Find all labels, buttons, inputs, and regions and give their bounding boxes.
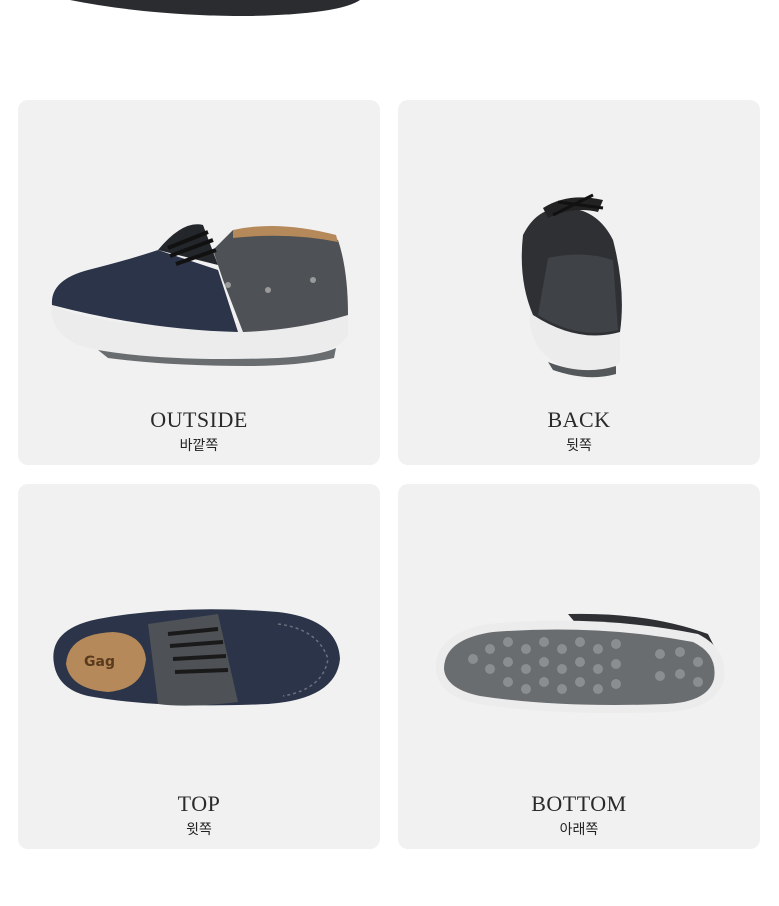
partial-shoe-image: [70, 0, 360, 16]
view-title: OUTSIDE: [150, 407, 248, 432]
view-card-top: Gag TOP 윗쪽: [18, 484, 380, 849]
view-title: BACK: [547, 407, 611, 432]
view-card-back: BACK 뒷쪽: [398, 100, 760, 465]
shoe-outside-image: [51, 224, 348, 366]
view-card-bottom: BOTTOM 아래쪽: [398, 484, 760, 849]
view-card-outside: OUTSIDE 바깥쪽: [18, 100, 380, 465]
shoe-top-image: Gag: [53, 609, 340, 706]
insole-brand-text: Gag: [84, 654, 115, 670]
view-subtitle: 윗쪽: [186, 822, 212, 838]
shoe-back-image: [521, 193, 622, 378]
view-subtitle: 바깥쪽: [179, 438, 219, 454]
shoe-bottom-image: [435, 613, 725, 713]
view-subtitle: 뒷쪽: [566, 438, 592, 454]
view-title: TOP: [177, 791, 221, 816]
view-title: BOTTOM: [531, 791, 627, 816]
view-subtitle: 아래쪽: [559, 822, 599, 838]
